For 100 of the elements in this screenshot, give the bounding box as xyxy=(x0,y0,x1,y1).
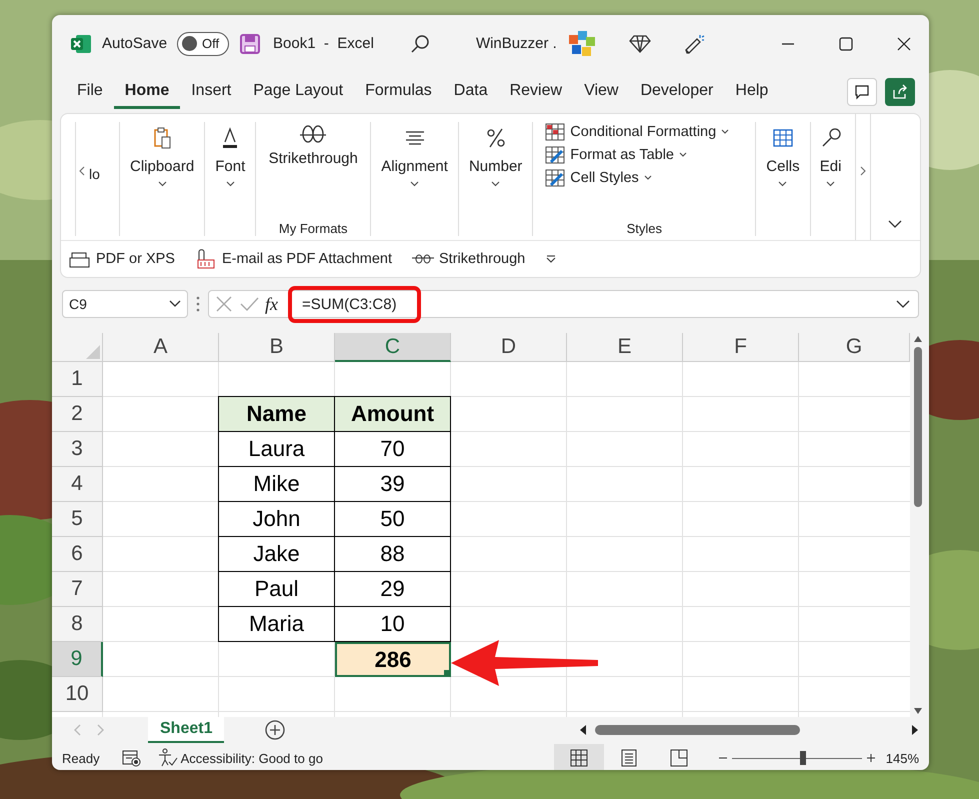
table-cell[interactable]: 286 xyxy=(335,642,451,677)
column-header[interactable]: D xyxy=(451,333,567,362)
toolbar-button[interactable]: PDF or XPS xyxy=(69,249,175,269)
close-icon[interactable] xyxy=(897,36,911,50)
row-header[interactable]: 1 xyxy=(52,362,103,397)
triangle-icon xyxy=(86,345,100,359)
drag-handle-icon[interactable] xyxy=(196,295,200,313)
column-header[interactable]: E xyxy=(567,333,683,362)
status-text: Ready xyxy=(62,750,100,766)
caret-icon xyxy=(158,181,167,187)
ribbon-command[interactable]: Strikethrough xyxy=(268,122,358,167)
customize-toolbar-icon[interactable] xyxy=(545,254,558,264)
zoom-slider[interactable] xyxy=(732,751,862,765)
pen-icon[interactable] xyxy=(682,32,705,54)
speech-bubble-icon xyxy=(854,84,870,100)
account-name[interactable]: WinBuzzer . xyxy=(476,35,557,52)
column-header[interactable]: G xyxy=(799,333,910,362)
horizontal-scrollbar[interactable] xyxy=(579,724,919,736)
autosave-toggle[interactable]: Off xyxy=(177,32,230,56)
chevron-down-icon[interactable] xyxy=(888,220,902,228)
strikethrough-icon xyxy=(412,254,434,264)
column-header[interactable]: B xyxy=(219,333,335,362)
comments-button[interactable] xyxy=(847,78,877,106)
row-header[interactable]: 3 xyxy=(52,432,103,467)
row-header[interactable]: 6 xyxy=(52,537,103,572)
view-button[interactable] xyxy=(554,744,604,770)
row-header[interactable]: 4 xyxy=(52,467,103,502)
caret-icon xyxy=(721,129,730,135)
ribbon-tab[interactable]: Developer xyxy=(629,76,724,108)
accessibility-icon[interactable] xyxy=(158,748,178,768)
column-header[interactable]: F xyxy=(683,333,799,362)
zoom-in-icon[interactable] xyxy=(866,753,876,763)
row-header[interactable]: 7 xyxy=(52,572,103,607)
row-header[interactable]: 5 xyxy=(52,502,103,537)
ribbon-tab[interactable]: Page Layout xyxy=(242,76,354,108)
scroll-up-icon[interactable] xyxy=(913,335,923,343)
insert-function-button[interactable]: fx xyxy=(265,294,278,314)
zoom-level[interactable]: 145% xyxy=(886,750,919,766)
ribbon-tab[interactable]: Home xyxy=(114,76,180,108)
ribbon-command[interactable]: Number xyxy=(468,122,522,187)
ribbon-tab[interactable]: View xyxy=(573,76,630,108)
caret-icon xyxy=(410,181,420,187)
row-header[interactable]: 10 xyxy=(52,677,103,712)
row-header[interactable]: 9 xyxy=(52,642,103,677)
ribbon-tab[interactable]: Help xyxy=(724,76,780,108)
grid-icon xyxy=(570,749,588,767)
ribbon-tab[interactable]: Insert xyxy=(180,76,242,108)
ribbon-command[interactable]: Cells xyxy=(766,122,800,187)
expand-formula-icon[interactable] xyxy=(896,300,910,308)
column-header[interactable]: C xyxy=(335,333,451,362)
ribbon-tab[interactable]: Data xyxy=(442,76,499,108)
macro-recording-icon[interactable] xyxy=(122,749,142,767)
table-cell[interactable]: 10 xyxy=(334,606,451,642)
search-icon[interactable] xyxy=(410,34,430,54)
strikethrough-icon xyxy=(299,124,328,144)
ribbon-command[interactable]: Format as Table xyxy=(545,145,687,165)
scroll-left-icon[interactable] xyxy=(579,724,587,736)
formula-input[interactable]: =SUM(C3:C8) xyxy=(288,286,421,322)
toolbar-button[interactable]: E-mail as PDF Attachment xyxy=(194,249,392,269)
ribbon-tab[interactable]: Formulas xyxy=(354,76,443,108)
scroll-down-icon[interactable] xyxy=(913,707,923,715)
fill-handle[interactable] xyxy=(444,670,450,676)
add-sheet-icon[interactable] xyxy=(264,719,286,741)
window-title: Book1 - Excel xyxy=(273,35,374,52)
ribbon-command[interactable]: Alignment xyxy=(381,122,448,187)
scroll-right-icon[interactable] xyxy=(911,724,919,736)
table-cell[interactable]: Amount xyxy=(334,396,451,432)
name-box[interactable]: C9 xyxy=(62,290,188,318)
group-label: My Formats xyxy=(278,221,349,236)
table-brush-icon xyxy=(545,146,566,164)
share-button[interactable] xyxy=(885,78,915,106)
ribbon-command[interactable]: lo xyxy=(89,166,100,182)
accessibility-status[interactable]: Accessibility: Good to go xyxy=(180,750,323,766)
caret-icon xyxy=(169,300,181,308)
scrollbar-thumb[interactable] xyxy=(914,347,922,507)
ribbon-tab[interactable]: File xyxy=(66,76,114,108)
ribbon-tab[interactable]: Review xyxy=(498,76,574,108)
table-brush-icon xyxy=(545,169,566,187)
sheet-tab[interactable]: Sheet1 xyxy=(148,717,224,743)
avatar-icon[interactable] xyxy=(566,28,597,58)
ribbon-command[interactable]: Edi xyxy=(816,122,845,187)
ribbon-command[interactable]: Clipboard xyxy=(130,122,194,187)
save-icon[interactable] xyxy=(239,32,262,54)
table-cell[interactable]: Name xyxy=(218,396,335,432)
caret-icon xyxy=(778,181,788,187)
row-header[interactable]: 8 xyxy=(52,607,103,642)
toolbar-button[interactable]: Strikethrough xyxy=(412,251,526,267)
ribbon-command[interactable]: Cell Styles xyxy=(545,168,652,188)
zoom-slider-thumb[interactable] xyxy=(800,751,806,765)
caret-icon xyxy=(226,181,235,187)
column-header[interactable]: A xyxy=(103,333,219,362)
table-cell[interactable]: Maria xyxy=(218,606,335,642)
maximize-icon[interactable] xyxy=(839,36,853,50)
row-header[interactable]: 2 xyxy=(52,397,103,432)
ribbon-command[interactable]: Font xyxy=(215,122,246,187)
ribbon-command[interactable]: Conditional Formatting xyxy=(545,122,730,142)
diamond-icon[interactable] xyxy=(628,34,651,54)
page-icon xyxy=(620,749,638,767)
checkmark-icon[interactable] xyxy=(239,295,259,313)
scrollbar-thumb[interactable] xyxy=(595,725,800,735)
